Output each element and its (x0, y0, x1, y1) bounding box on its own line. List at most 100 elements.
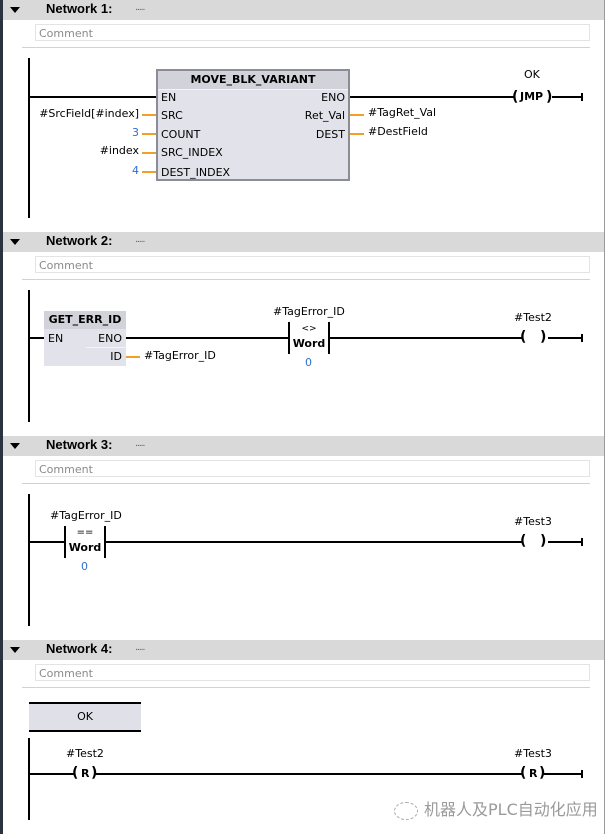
network-2-comment[interactable]: Comment (35, 256, 590, 273)
compare-eq-contact[interactable]: == Word (64, 526, 106, 558)
window-left-edge (0, 0, 3, 834)
assign-coil[interactable]: ( ) (520, 330, 550, 348)
block-title: MOVE_BLK_VARIANT (158, 71, 348, 90)
coil-operand[interactable]: #Test2 (514, 311, 552, 324)
reset-coil-1[interactable]: ( R ) (72, 766, 98, 784)
network-4-comment[interactable]: Comment (35, 664, 590, 681)
wire (330, 337, 522, 339)
power-rail (28, 738, 30, 820)
coil-right-paren: ) (540, 533, 547, 549)
coil-left-paren: ( (520, 765, 527, 781)
operand-dest-index[interactable]: 4 (132, 164, 139, 177)
network-1-header[interactable]: Network 1: ..... (3, 0, 604, 20)
divider (22, 279, 590, 280)
compare-operand[interactable]: #TagError_ID (50, 509, 122, 522)
wire (126, 337, 290, 339)
operand-src[interactable]: #SrcField[#index] (39, 107, 139, 120)
compare-op: <> (301, 324, 317, 334)
pin-dest-index: DEST_INDEX (161, 166, 231, 179)
wire (28, 337, 44, 339)
wire (28, 541, 64, 543)
coil-left-paren: ( (520, 329, 527, 345)
collapse-triangle-icon[interactable] (10, 443, 20, 449)
param-wire (350, 114, 364, 116)
network-4-title-field[interactable]: ..... (135, 643, 145, 653)
reset-coil-2-operand[interactable]: #Test3 (514, 747, 552, 760)
power-rail (28, 494, 30, 626)
pin-en: EN (161, 91, 177, 104)
rung-end (581, 770, 583, 778)
compare-op: == (76, 527, 94, 538)
wire (548, 337, 582, 339)
operand-src-index[interactable]: #index (100, 144, 139, 157)
network-1-title-field[interactable]: ..... (135, 3, 145, 13)
rung-end (581, 334, 583, 342)
param-wire (142, 133, 156, 135)
jump-label-operand[interactable]: OK (524, 68, 540, 81)
coil-operand[interactable]: #Test3 (514, 515, 552, 528)
divider (22, 47, 590, 48)
reset-text: R (529, 767, 538, 780)
param-wire (350, 133, 364, 135)
reset-text: R (81, 767, 90, 780)
collapse-triangle-icon[interactable] (10, 7, 20, 13)
network-3-comment[interactable]: Comment (35, 460, 590, 477)
pin-src-index: SRC_INDEX (161, 146, 223, 159)
operand-id[interactable]: #TagError_ID (144, 349, 216, 362)
compare-type: Word (68, 541, 102, 554)
param-wire (142, 152, 156, 154)
network-4-header[interactable]: Network 4: ..... (3, 640, 604, 660)
operand-ret-val[interactable]: #TagRet_Val (368, 106, 436, 119)
wire (28, 773, 74, 775)
network-2-header[interactable]: Network 2: ..... (3, 232, 604, 252)
operand-dest[interactable]: #DestField (368, 125, 428, 138)
coil-left-paren: ( (512, 89, 519, 105)
compare-operand[interactable]: #TagError_ID (273, 305, 345, 318)
param-wire (126, 356, 140, 358)
watermark-text: 机器人及PLC自动化应用 (424, 800, 598, 819)
wire (548, 541, 582, 543)
param-wire (142, 171, 156, 173)
assign-coil[interactable]: ( ) (520, 534, 550, 552)
wechat-icon (394, 801, 418, 820)
watermark: 机器人及PLC自动化应用 (394, 796, 598, 820)
compare-type: Word (292, 337, 326, 350)
pin-ret-val: Ret_Val (304, 109, 345, 122)
jmp-coil[interactable]: ( JMP ) (512, 88, 554, 106)
pin-en: EN (48, 332, 64, 345)
scrollbar-track[interactable] (604, 0, 605, 834)
collapse-triangle-icon[interactable] (10, 647, 20, 653)
wire (350, 96, 514, 98)
network-2-title-field[interactable]: ..... (135, 235, 145, 245)
coil-left-paren: ( (520, 533, 527, 549)
pin-src: SRC (161, 109, 183, 122)
operand-count[interactable]: 3 (132, 126, 139, 139)
pin-count: COUNT (161, 128, 201, 141)
coil-right-paren: ) (540, 329, 547, 345)
pin-eno: ENO (98, 332, 122, 345)
reset-coil-1-operand[interactable]: #Test2 (66, 747, 104, 760)
pin-eno: ENO (321, 91, 345, 104)
divider (22, 483, 590, 484)
rung-end (581, 538, 583, 546)
jump-label-ok[interactable]: OK (29, 702, 141, 732)
get-err-id-block[interactable]: GET_ERR_ID EN ENO ID (44, 311, 126, 366)
network-1-comment[interactable]: Comment (35, 24, 590, 41)
wire (544, 773, 582, 775)
power-rail (28, 58, 30, 218)
param-wire (142, 114, 156, 116)
power-rail (28, 290, 30, 422)
network-3-title-field[interactable]: ..... (135, 439, 145, 449)
compare-ne-contact[interactable]: <> Word (288, 322, 330, 354)
reset-coil-2[interactable]: ( R ) (520, 766, 546, 784)
wire (96, 773, 522, 775)
jmp-text: JMP (520, 90, 544, 103)
compare-value[interactable]: 0 (81, 560, 88, 573)
collapse-triangle-icon[interactable] (10, 239, 20, 245)
network-3-header[interactable]: Network 3: ..... (3, 436, 604, 456)
coil-left-paren: ( (72, 765, 79, 781)
divider (22, 687, 590, 688)
move-blk-variant-block[interactable]: MOVE_BLK_VARIANT EN SRC COUNT SRC_INDEX … (156, 69, 350, 181)
wire (106, 541, 522, 543)
compare-value[interactable]: 0 (305, 356, 312, 369)
